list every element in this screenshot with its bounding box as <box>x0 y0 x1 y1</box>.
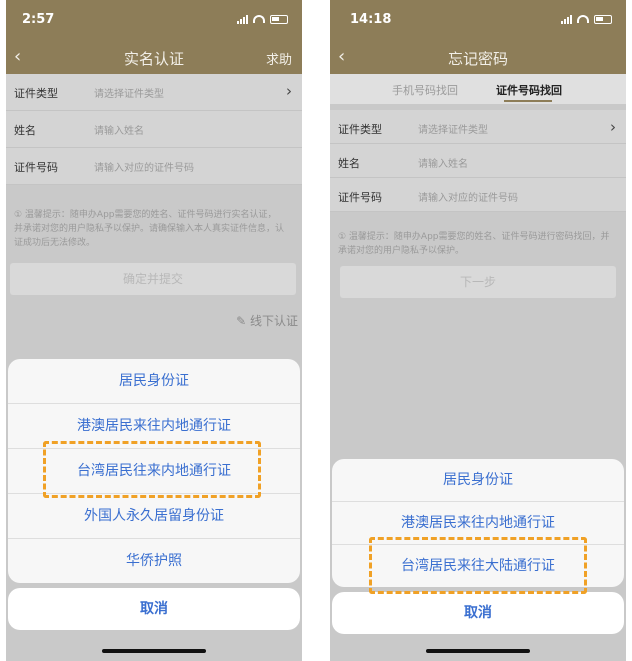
pencil-icon: ✎ <box>236 314 247 328</box>
nav-bar: ‹ 忘记密码 <box>330 42 626 74</box>
option-overseas-chinese-passport[interactable]: 华侨护照 <box>8 539 300 583</box>
status-bar: 2:57 <box>6 0 302 42</box>
tab-id-recovery[interactable]: 证件号码找回 <box>496 82 562 98</box>
name-label: 姓名 <box>338 157 360 170</box>
id-number-label: 证件号码 <box>14 161 58 174</box>
id-type-row[interactable]: 证件类型 请选择证件类型 › <box>6 74 302 111</box>
tip-line-1: ① 温馨提示：随申办App需要您的姓名、证件号码进行实名认证， <box>14 210 277 220</box>
recovery-tabs: 手机号码找回 证件号码找回 <box>330 74 626 104</box>
name-row[interactable]: 姓名 请输入姓名 <box>330 144 626 178</box>
nav-bar: ‹ 实名认证 求助 <box>6 42 302 74</box>
id-number-row[interactable]: 证件号码 请输入对应的证件号码 <box>6 148 302 185</box>
privacy-tip: ① 温馨提示：随申办App需要您的姓名、证件号码进行密码找回，并 承诺对您的用户… <box>338 230 610 258</box>
id-number-input[interactable]: 请输入对应的证件号码 <box>418 189 518 204</box>
name-label: 姓名 <box>14 124 36 137</box>
offline-auth-link[interactable]: ✎ 线下认证 <box>236 312 298 329</box>
page-title: 忘记密码 <box>447 50 508 68</box>
battery-icon <box>594 14 612 24</box>
offline-auth-label: 线下认证 <box>249 314 298 328</box>
home-indicator <box>426 649 530 653</box>
status-time: 14:18 <box>350 12 392 27</box>
home-indicator <box>102 649 206 653</box>
active-tab-underline <box>504 100 552 102</box>
id-type-placeholder: 请选择证件类型 <box>418 125 488 136</box>
id-number-label: 证件号码 <box>338 191 382 204</box>
highlight-box <box>369 537 587 594</box>
cancel-button[interactable]: 取消 <box>8 588 300 630</box>
battery-icon <box>270 14 288 24</box>
wifi-icon <box>253 15 265 23</box>
wifi-icon <box>577 15 589 23</box>
cancel-button[interactable]: 取消 <box>332 592 624 634</box>
privacy-tip: ① 温馨提示：随申办App需要您的姓名、证件号码进行实名认证， 并承诺对您的用户… <box>14 208 284 250</box>
tip-line-3: 证成功后无法修改。 <box>14 238 96 248</box>
highlight-box <box>43 441 261 498</box>
tip-line-1: ① 温馨提示：随申办App需要您的姓名、证件号码进行密码找回，并 <box>338 232 610 242</box>
id-number-input[interactable]: 请输入对应的证件号码 <box>94 159 194 174</box>
id-form: 证件类型 请选择证件类型 › 姓名 请输入姓名 证件号码 请输入对应的证件号码 <box>6 74 302 185</box>
option-resident-id[interactable]: 居民身份证 <box>332 459 624 502</box>
tip-line-2: 承诺对您的用户隐私予以保护。 <box>338 246 465 256</box>
name-input[interactable]: 请输入姓名 <box>94 122 144 137</box>
id-type-placeholder: 请选择证件类型 <box>94 89 164 100</box>
submit-button[interactable]: 确定并提交 <box>10 263 296 295</box>
next-button[interactable]: 下一步 <box>340 266 616 298</box>
id-form: 证件类型 请选择证件类型 › 姓名 请输入姓名 证件号码 请输入对应的证件号码 <box>330 110 626 212</box>
status-icons <box>561 14 612 24</box>
chevron-right-icon: › <box>610 118 616 136</box>
chevron-right-icon: › <box>286 82 292 100</box>
status-time: 2:57 <box>22 12 55 27</box>
left-phone-screen: 2:57 ‹ 实名认证 求助 证件类型 请选择证件类型 › 姓名 请输入姓名 证… <box>6 0 302 661</box>
status-bar: 14:18 <box>330 0 626 42</box>
id-type-row[interactable]: 证件类型 请选择证件类型 › <box>330 110 626 144</box>
help-button[interactable]: 求助 <box>266 49 292 68</box>
tab-phone-recovery[interactable]: 手机号码找回 <box>392 82 458 98</box>
id-type-label: 证件类型 <box>14 87 58 100</box>
name-row[interactable]: 姓名 请输入姓名 <box>6 111 302 148</box>
id-number-row[interactable]: 证件号码 请输入对应的证件号码 <box>330 178 626 212</box>
name-input[interactable]: 请输入姓名 <box>418 155 468 170</box>
id-type-label: 证件类型 <box>338 123 382 136</box>
page-title: 实名认证 <box>123 50 184 68</box>
tip-line-2: 并承诺对您的用户隐私予以保护。请确保输入本人真实证件信息，认 <box>14 224 285 234</box>
signal-icon <box>561 14 572 24</box>
option-foreigner-permanent-id[interactable]: 外国人永久居留身份证 <box>8 494 300 539</box>
status-icons <box>237 14 288 24</box>
option-resident-id[interactable]: 居民身份证 <box>8 359 300 404</box>
signal-icon <box>237 14 248 24</box>
